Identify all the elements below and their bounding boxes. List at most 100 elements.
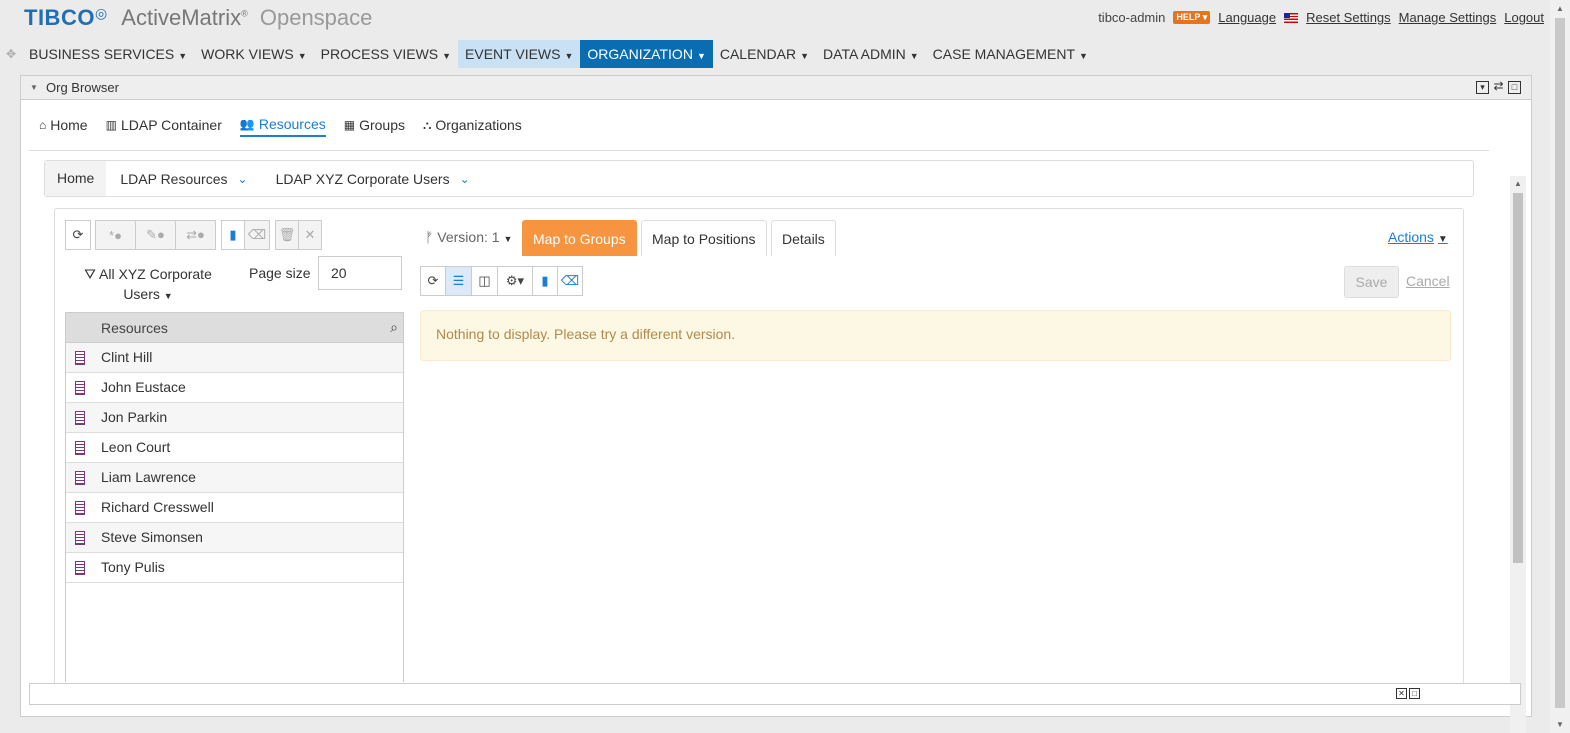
table-row[interactable]: Liam Lawrence <box>66 463 403 493</box>
building-icon <box>75 501 85 515</box>
delete-button[interactable]: 🗑 <box>275 220 299 250</box>
nav-label: EVENT VIEWS <box>465 46 561 62</box>
search-icon[interactable]: ⌕ <box>390 319 398 336</box>
nav-organization[interactable]: ORGANIZATION ▼ <box>580 40 713 68</box>
tab-organizations[interactable]: ⛬ Organizations <box>423 116 522 137</box>
cancel-link[interactable]: Cancel <box>1406 273 1450 289</box>
tab-home[interactable]: ⌂ Home <box>39 116 88 137</box>
manage-settings-link[interactable]: Manage Settings <box>1399 10 1497 25</box>
scroll-up-icon[interactable]: ▲ <box>1514 179 1522 188</box>
columns-icon: ◫ <box>478 273 491 288</box>
branch-icon: ᚠ <box>425 229 434 245</box>
nav-business-services[interactable]: BUSINESS SERVICES ▼ <box>22 40 194 68</box>
resource-toolbar: ⟳ *● ✎● ⇄● ▮ ⌫ 🗑 ✕ <box>65 220 322 250</box>
remove-button[interactable]: ✕ <box>298 220 322 250</box>
restore-icon[interactable]: □ <box>1409 688 1420 699</box>
mapping-export-button[interactable]: ▮ <box>532 266 558 296</box>
version-label: Version: 1 <box>437 229 500 245</box>
breadcrumb-home[interactable]: Home <box>45 161 107 196</box>
mapping-clear-button[interactable]: ⌫ <box>557 266 583 296</box>
nav-calendar[interactable]: CALENDAR ▼ <box>713 40 816 68</box>
users-icon: 👥 <box>239 117 255 131</box>
table-row[interactable]: Steve Simonsen <box>66 523 403 553</box>
table-row[interactable]: Leon Court <box>66 433 403 463</box>
tab-label: LDAP Container <box>120 117 222 133</box>
caret-down-icon: ▼ <box>800 51 810 61</box>
scroll-thumb[interactable] <box>1555 18 1565 708</box>
chevron-down-icon[interactable]: ⌄ <box>460 172 470 186</box>
tab-divider <box>29 150 1489 151</box>
nav-label: ORGANIZATION <box>587 46 693 62</box>
us-flag-icon <box>1284 12 1299 23</box>
tab-groups[interactable]: ▦ Groups <box>344 116 405 137</box>
table-row[interactable]: Richard Cresswell <box>66 493 403 523</box>
nav-label: CASE MANAGEMENT <box>932 46 1076 62</box>
table-row[interactable]: Clint Hill <box>66 343 403 373</box>
columns-view-button[interactable]: ◫ <box>471 266 498 296</box>
nav-data-admin[interactable]: DATA ADMIN ▼ <box>816 40 926 68</box>
breadcrumb-ldap-resources[interactable]: LDAP Resources ⌄ <box>106 171 261 187</box>
caret-down-icon: ▼ <box>696 51 706 61</box>
footer-icons: ✕ □ <box>1396 688 1420 699</box>
version-dropdown[interactable]: ᚠ Version: 1 ▼ <box>425 229 512 245</box>
actions-menu[interactable]: Actions ▼ <box>1388 229 1448 245</box>
list-view-button[interactable]: ☰ <box>445 266 472 296</box>
tab-details[interactable]: Details <box>771 220 836 256</box>
tab-ldap-container[interactable]: ▥ LDAP Container <box>106 116 222 137</box>
breadcrumb-ldap-users[interactable]: LDAP XYZ Corporate Users ⌄ <box>262 171 484 187</box>
nav-case-management[interactable]: CASE MANAGEMENT ▼ <box>926 40 1095 68</box>
close-box-icon[interactable]: ✕ <box>1396 688 1407 699</box>
move-resource-button[interactable]: ⇄● <box>175 220 216 250</box>
add-resource-button[interactable]: *● <box>95 220 136 250</box>
save-button[interactable]: Save <box>1344 266 1399 298</box>
table-row[interactable]: Jon Parkin <box>66 403 403 433</box>
nav-grip-icon[interactable]: ✥ <box>0 40 22 68</box>
eraser-icon: ⌫ <box>560 273 580 288</box>
nav-process-views[interactable]: PROCESS VIEWS ▼ <box>314 40 458 68</box>
refresh-button[interactable]: ⟳ <box>65 220 91 250</box>
tab-resources[interactable]: 👥 Resources <box>239 116 326 137</box>
panel-menu-icon[interactable]: ▾ <box>1476 81 1489 94</box>
sitemap-icon: ⛬ <box>423 117 432 132</box>
nav-event-views[interactable]: EVENT VIEWS ▼ <box>458 40 581 68</box>
logout-link[interactable]: Logout <box>1504 10 1544 25</box>
breadcrumb-label: LDAP Resources <box>120 170 228 187</box>
mapping-refresh-button[interactable]: ⟳ <box>420 266 446 296</box>
panel-scrollbar[interactable]: ▲ ▼ <box>1510 176 1526 733</box>
filter-dropdown[interactable]: ⛛ All XYZ Corporate Users ▼ <box>78 264 218 306</box>
clear-button[interactable]: ⌫ <box>244 220 270 250</box>
app-logo: TIBCO◎ ActiveMatrix® Openspace <box>24 5 372 31</box>
settings-button[interactable]: ⚙▾ <box>497 266 533 296</box>
chevron-down-icon[interactable]: ⌄ <box>238 172 248 186</box>
caret-down-icon: ▼ <box>503 234 513 244</box>
page-size-input[interactable] <box>318 256 402 290</box>
panel-maximize-icon[interactable]: □ <box>1508 81 1521 94</box>
scroll-thumb[interactable] <box>1513 193 1523 563</box>
reset-settings-link[interactable]: Reset Settings <box>1306 10 1391 25</box>
collapse-triangle-icon[interactable]: ▼ <box>30 83 38 92</box>
resource-name: Jon Parkin <box>101 409 168 425</box>
resource-name: Steve Simonsen <box>101 529 203 545</box>
caret-down-icon: ▼ <box>297 51 307 61</box>
resources-column-header: Resources <box>101 320 168 336</box>
table-row[interactable]: John Eustace <box>66 373 403 403</box>
nav-label: PROCESS VIEWS <box>320 46 439 62</box>
help-button[interactable]: HELP ▾ <box>1173 11 1211 24</box>
add-user-icon: *● <box>109 227 122 243</box>
table-row[interactable]: Tony Pulis <box>66 553 403 583</box>
export-button[interactable]: ▮ <box>221 220 245 250</box>
move-user-icon: ⇄● <box>186 227 205 242</box>
tab-label: Organizations <box>435 117 522 133</box>
home-icon: ⌂ <box>39 118 47 132</box>
scroll-down-icon[interactable]: ▼ <box>1556 720 1564 729</box>
tab-map-to-positions[interactable]: Map to Positions <box>641 220 767 256</box>
language-link[interactable]: Language <box>1218 10 1276 25</box>
tab-map-to-groups[interactable]: Map to Groups <box>522 220 637 256</box>
page-scrollbar[interactable]: ▲ ▼ <box>1550 0 1570 733</box>
caret-down-icon: ▼ <box>178 51 188 61</box>
nav-work-views[interactable]: WORK VIEWS ▼ <box>194 40 313 68</box>
edit-resource-button[interactable]: ✎● <box>135 220 176 250</box>
building-icon: ▥ <box>105 118 117 132</box>
scroll-up-icon[interactable]: ▲ <box>1556 4 1564 13</box>
panel-refresh-icon[interactable]: ⇄ <box>1492 80 1505 94</box>
